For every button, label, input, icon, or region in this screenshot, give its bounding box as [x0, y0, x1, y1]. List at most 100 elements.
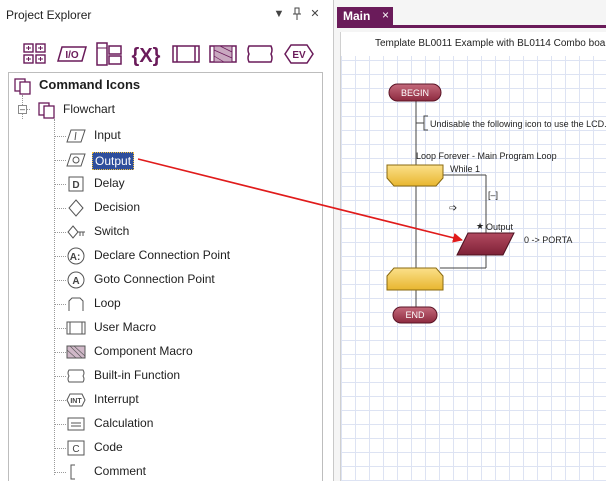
variables-icon-text: {X}	[132, 45, 161, 67]
tree-item-label: Delay	[94, 176, 125, 190]
tree-item-output[interactable]: Output	[9, 149, 309, 171]
declare-connection-point-icon: A:	[66, 247, 86, 265]
command-icons-tree: Command Icons – Flowchart Input Output D De…	[8, 72, 323, 481]
tree-item-calculation[interactable]: Calculation	[9, 413, 309, 435]
tab-main[interactable]: Main ×	[337, 7, 393, 25]
explorer-dropdown-button[interactable]: ▼	[272, 6, 286, 22]
tab-close-icon[interactable]: ×	[382, 8, 389, 22]
component-macro-icon[interactable]	[208, 40, 238, 68]
grid-view-icon[interactable]	[20, 40, 50, 68]
decision-icon	[66, 199, 86, 217]
builtin-function-icon	[66, 367, 86, 385]
variables-icon[interactable]: {X}	[131, 40, 161, 68]
svg-text:C: C	[72, 444, 79, 455]
svg-text:D: D	[72, 180, 79, 191]
calculation-icon	[66, 415, 86, 433]
tree-item-label: Output	[92, 152, 135, 170]
tree-connector	[54, 280, 66, 281]
tree-item-label: Goto Connection Point	[94, 272, 215, 286]
tree-item-label: Comment	[94, 464, 147, 478]
explorer-header: Project Explorer ▼ ✕	[0, 0, 332, 30]
tree-item-code[interactable]: C Code	[9, 437, 309, 459]
tree-item-switch[interactable]: Switch	[9, 221, 309, 243]
tree-item-label: Declare Connection Point	[94, 248, 231, 262]
tree-connector	[54, 424, 66, 425]
tree-item-label: Built-in Function	[94, 368, 181, 382]
events-icon[interactable]: EV	[284, 40, 314, 68]
tree-item-label: Input	[94, 128, 121, 142]
explorer-title: Project Explorer	[6, 8, 92, 22]
components-icon[interactable]	[94, 40, 124, 68]
tree-item-declare-connection-point[interactable]: A: Declare Connection Point	[9, 245, 309, 267]
flowchart-folder-icon	[37, 101, 57, 119]
star-icon: ★	[476, 221, 485, 231]
collapse-icon[interactable]: –	[18, 105, 27, 114]
tree-item-label: Interrupt	[94, 392, 139, 406]
tree-connector	[54, 256, 66, 257]
tree-item-label: Component Macro	[94, 344, 193, 358]
tree-item-label: Loop	[94, 296, 121, 310]
tree-node-command-icons[interactable]: Command Icons	[9, 75, 309, 97]
tree-item-label: Switch	[94, 224, 130, 238]
flowchart-canvas[interactable]: Template BL0011 Example with BL0114 Comb…	[340, 32, 606, 481]
tree-item-built-in-function[interactable]: Built-in Function	[9, 365, 309, 387]
tree-connector	[54, 328, 66, 329]
macro-icon[interactable]	[171, 40, 201, 68]
tree-flowchart-label: Flowchart	[63, 102, 116, 116]
tree-item-label: Decision	[94, 200, 141, 214]
output-expression: 0 -> PORTA	[524, 235, 573, 245]
tree-connector	[54, 472, 66, 473]
tree-connector	[54, 208, 66, 209]
code-icon: C	[66, 439, 86, 457]
tab-main-label: Main	[343, 9, 371, 23]
user-macro-icon	[66, 319, 86, 337]
tree-item-component-macro[interactable]: Component Macro	[9, 341, 309, 363]
goto-connection-point-icon: A	[66, 271, 86, 289]
output-title: Output	[486, 222, 514, 232]
tree-item-label: User Macro	[94, 320, 157, 334]
tree-connector	[54, 400, 66, 401]
tree-item-comment[interactable]: Comment	[9, 461, 309, 481]
tree-node-flowchart[interactable]: – Flowchart	[9, 99, 309, 121]
svg-text:A: A	[72, 276, 79, 287]
tree-connector	[54, 160, 66, 161]
tree-item-loop[interactable]: Loop	[9, 293, 309, 315]
input-icon	[66, 127, 86, 145]
project-explorer-panel: Project Explorer ▼ ✕ I/O {X} EV Command …	[0, 0, 332, 481]
tree-root-label: Command Icons	[39, 77, 141, 92]
tree-connector	[54, 232, 66, 233]
tree-connector	[54, 376, 66, 377]
tree-connector	[54, 352, 66, 353]
tree-item-label: Code	[94, 440, 123, 454]
events-icon-text: EV	[292, 50, 306, 61]
folder-icon	[13, 77, 33, 95]
io-icon-text: I/O	[65, 50, 79, 61]
tree-item-goto-connection-point[interactable]: A Goto Connection Point	[9, 269, 309, 291]
collapse-loop-marker[interactable]: [–]	[488, 190, 498, 200]
explorer-toolbar: I/O {X} EV	[0, 36, 332, 72]
io-icon[interactable]: I/O	[57, 40, 87, 68]
switch-icon	[66, 223, 86, 241]
comment-text[interactable]: Undisable the following icon to use the …	[430, 119, 606, 129]
component-macro-icon	[66, 343, 86, 361]
tree-item-label: Calculation	[94, 416, 154, 430]
builtin-function-icon[interactable]	[245, 40, 275, 68]
tree-item-delay[interactable]: D Delay	[9, 173, 309, 195]
tab-underline	[337, 25, 606, 28]
explorer-pin-button[interactable]	[290, 6, 304, 22]
pointer-icon: ➩	[449, 203, 458, 214]
tree-item-decision[interactable]: Decision	[9, 197, 309, 219]
explorer-close-button[interactable]: ✕	[308, 6, 322, 22]
tree-connector	[54, 304, 66, 305]
tree-item-user-macro[interactable]: User Macro	[9, 317, 309, 339]
tree-connector	[54, 136, 66, 137]
delay-icon: D	[66, 175, 86, 193]
loop-condition: While 1	[450, 164, 481, 174]
svg-text:A:: A:	[70, 252, 81, 263]
svg-text:INT: INT	[70, 398, 82, 405]
interrupt-icon: INT	[66, 391, 86, 409]
loop-label: Loop Forever - Main Program Loop	[416, 151, 557, 161]
tree-item-input[interactable]: Input	[9, 125, 309, 147]
tree-connector	[54, 448, 66, 449]
tree-item-interrupt[interactable]: INT Interrupt	[9, 389, 309, 411]
